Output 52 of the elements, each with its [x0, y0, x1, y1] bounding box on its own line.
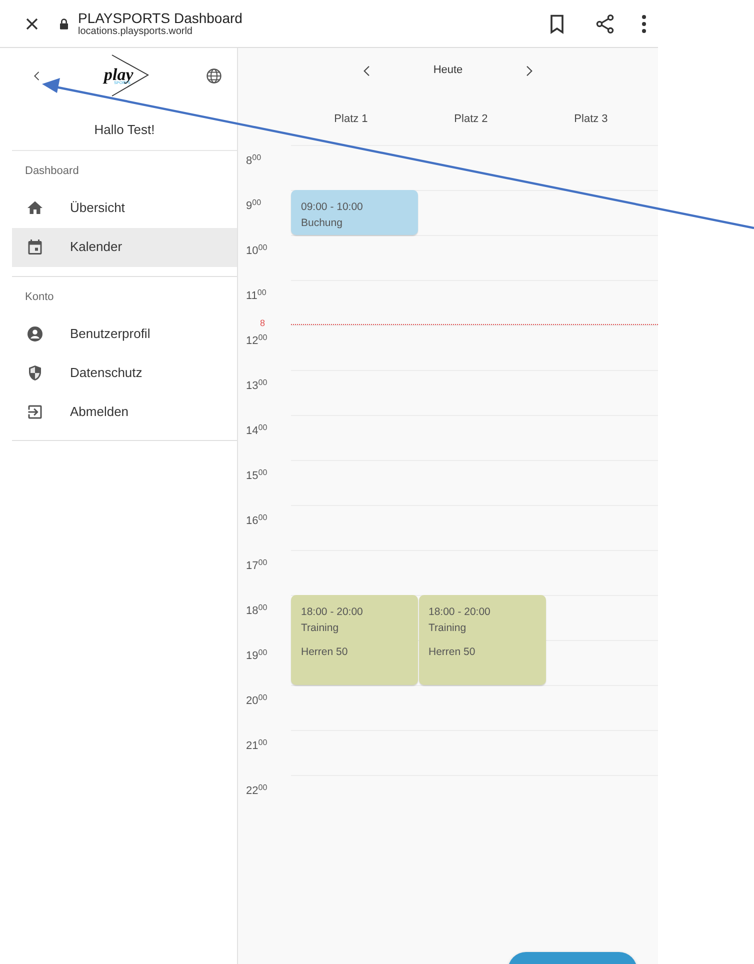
event-time: 18:00 - 20:00: [301, 605, 364, 620]
sidebar-item[interactable]: Abmelden: [12, 392, 237, 431]
hour-label: 8$^{00}$: [246, 153, 262, 169]
event-title: Training: [301, 621, 340, 636]
event-time: 18:00 - 20:00: [428, 605, 492, 620]
account-icon: [26, 324, 44, 342]
hour-label: 22$^{00}$: [246, 783, 268, 799]
sidebar-item[interactable]: Benutzerprofil: [12, 314, 237, 353]
event-card[interactable]: 18:00 - 20:00 Training Herren 50: [418, 595, 546, 685]
event-title: Training: [428, 621, 468, 636]
section-heading: Dashboard: [25, 165, 79, 177]
hour-label: 20$^{00}$: [246, 693, 268, 709]
sidebar-item[interactable]: Datenschutz: [12, 353, 237, 392]
calendar-icon: [26, 238, 44, 256]
more-icon: [642, 14, 646, 32]
hour-label: 14$^{00}$: [246, 423, 268, 439]
event-card[interactable]: 18:00 - 20:00 Training Herren 50: [291, 595, 418, 685]
hour-label: 9$^{00}$: [246, 198, 262, 214]
column-header: Platz 3: [573, 112, 609, 127]
home-icon: [26, 199, 44, 217]
hour-label: 18$^{00}$: [246, 603, 268, 619]
event-note: Herren 50: [428, 645, 476, 660]
event-title: Buchung: [301, 216, 344, 231]
hour-label: 16$^{00}$: [246, 513, 268, 529]
share-icon: [594, 12, 616, 34]
page-title: PLAYSPORTS Dashboard: [78, 10, 242, 26]
column-header: Platz 1: [333, 112, 369, 127]
share-button[interactable]: [594, 12, 616, 34]
page-url: locations.playsports.world: [78, 26, 194, 38]
current-time-label: 8: [260, 317, 266, 330]
hour-label: 19$^{00}$: [246, 648, 268, 664]
sidebar-item[interactable]: Kalender: [12, 228, 237, 266]
hour-label: 17$^{00}$: [246, 558, 268, 574]
hour-label: 15$^{00}$: [246, 468, 268, 484]
language-button[interactable]: [205, 67, 223, 85]
more-button[interactable]: [642, 14, 646, 32]
hour-label: 11$^{00}$: [246, 288, 266, 304]
hour-label: 10$^{00}$: [246, 243, 268, 259]
column-header: Platz 2: [453, 112, 489, 127]
sidebar-item[interactable]: Übersicht: [12, 188, 237, 228]
globe-icon: [205, 67, 223, 85]
shield-icon: [26, 364, 44, 382]
event-note: Herren 50: [301, 645, 349, 660]
section-heading: Konto: [25, 290, 54, 302]
today-button[interactable]: Heute: [433, 62, 463, 79]
logout-icon: [26, 402, 44, 420]
greeting-text: Hallo Test!: [94, 122, 155, 137]
hour-label: 12$^{00}$: [246, 333, 268, 349]
event-time: 09:00 - 10:00: [301, 200, 364, 215]
event-card[interactable]: 09:00 - 10:00 Buchung: [291, 190, 418, 235]
hour-label: 13$^{00}$: [246, 378, 268, 394]
hour-label: 21$^{00}$: [246, 738, 268, 754]
